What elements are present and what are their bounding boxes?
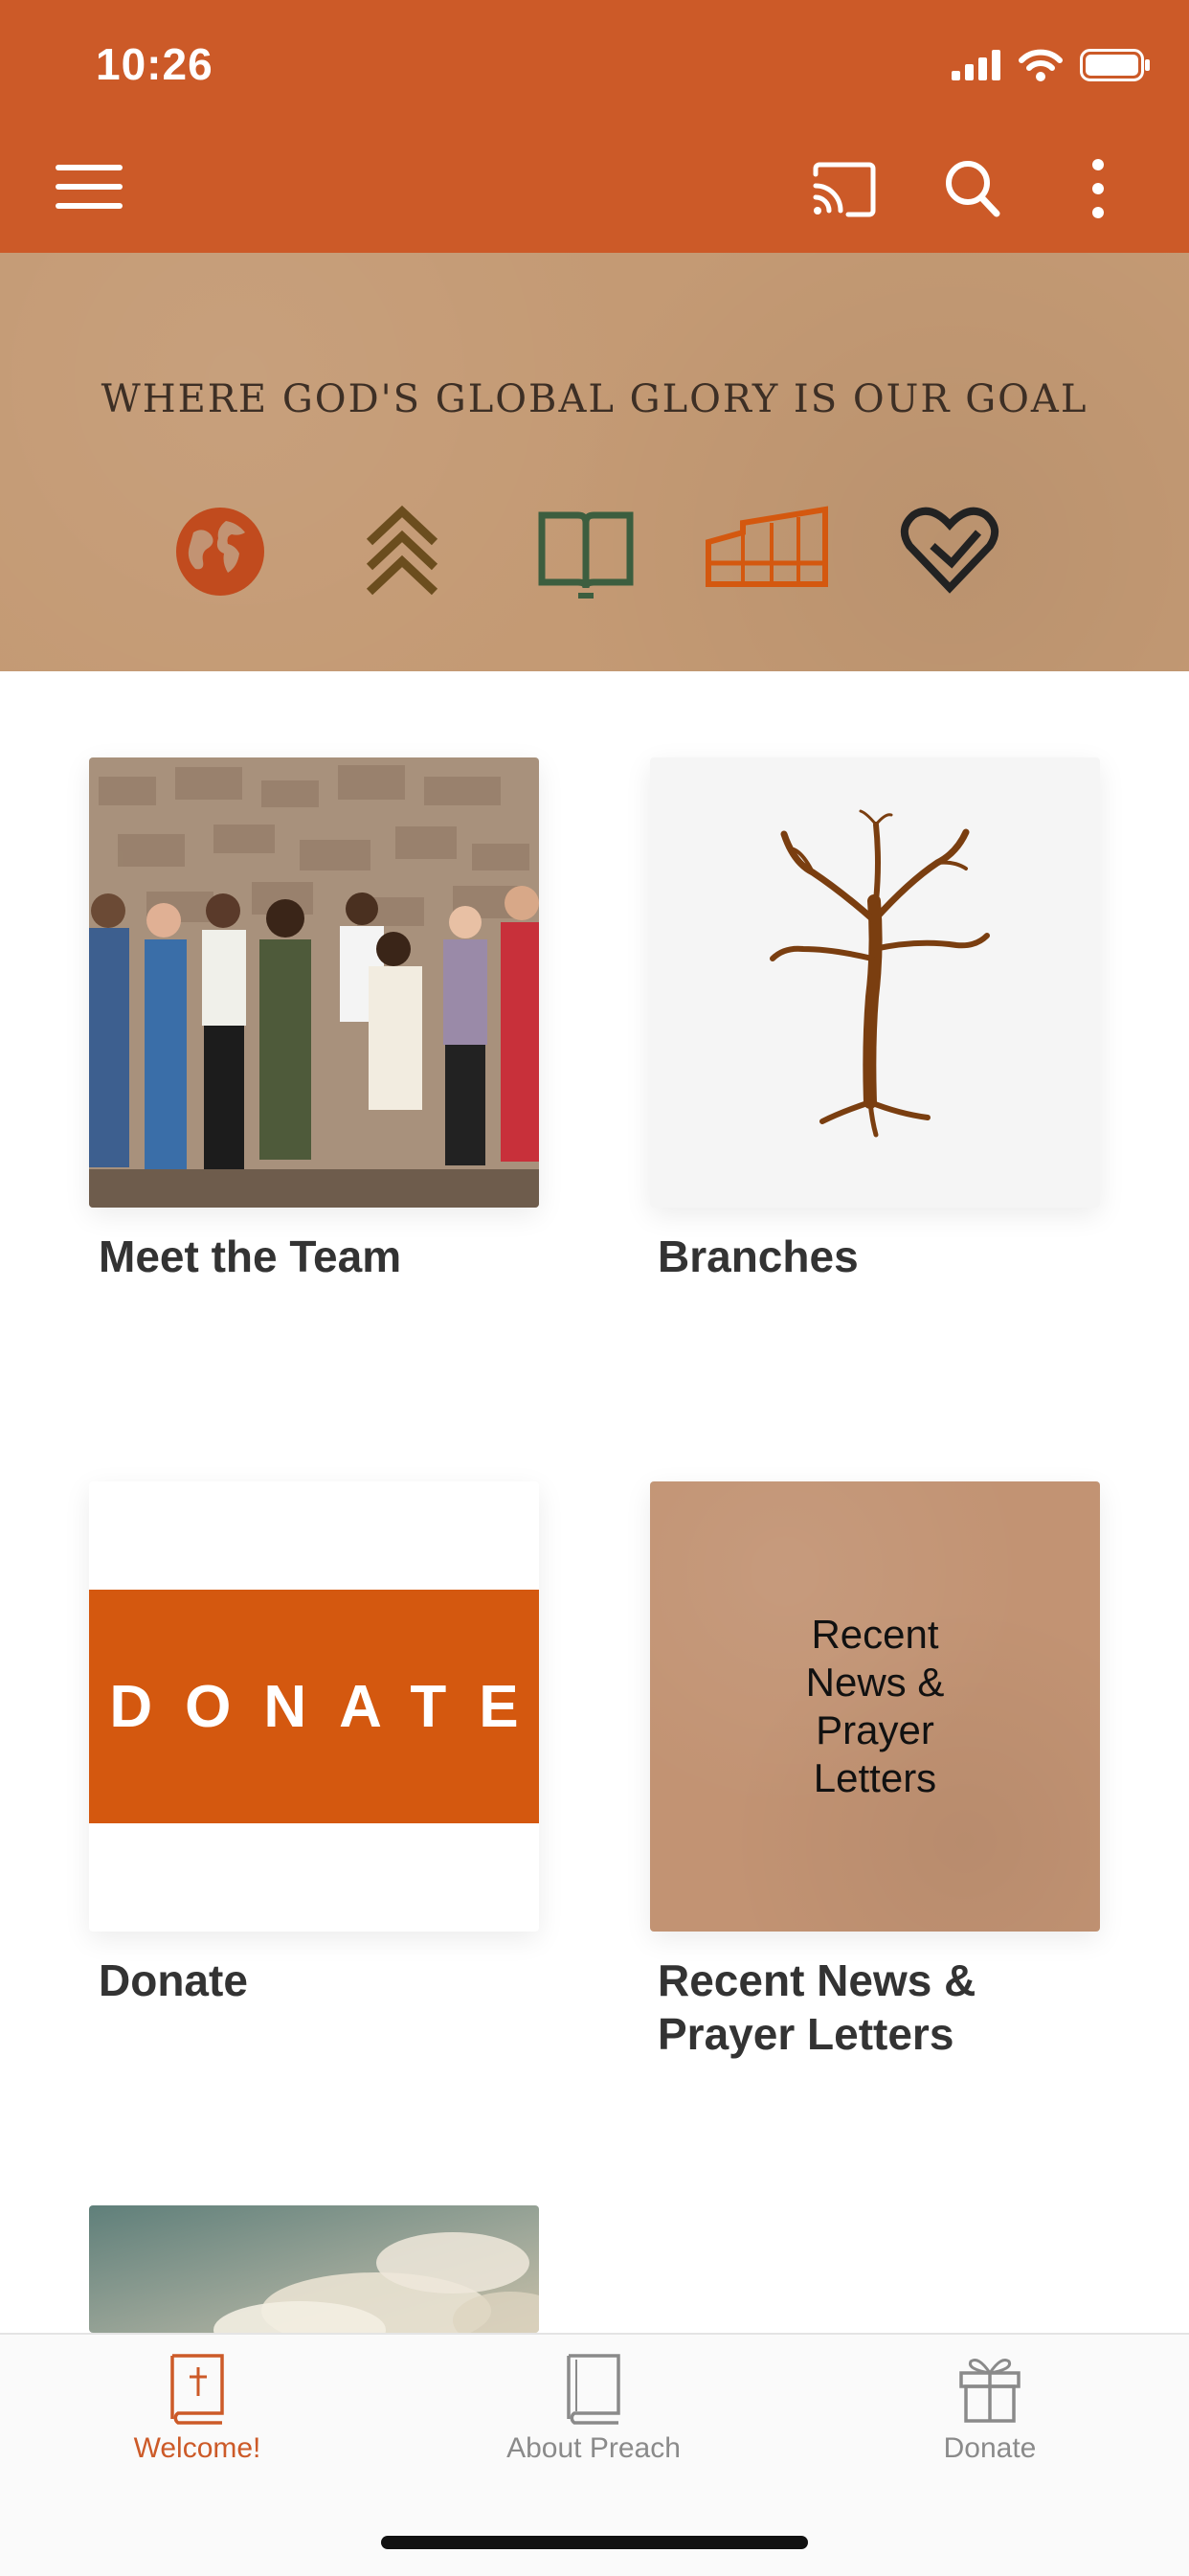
tab-label-about-preach: About Preach bbox=[506, 2432, 681, 2464]
chevrons-up-icon bbox=[366, 505, 438, 596]
tab-about-preach[interactable]: About Preach bbox=[469, 2352, 718, 2465]
tile-donate[interactable]: DONATE bbox=[89, 1481, 539, 1932]
tab-welcome[interactable]: Welcome! bbox=[73, 2352, 322, 2465]
team-photo bbox=[89, 757, 539, 1208]
globe-icon bbox=[176, 508, 264, 596]
tile-recent-news[interactable]: Recent News & Prayer Letters bbox=[650, 1481, 1100, 1932]
search-icon[interactable] bbox=[944, 159, 1001, 218]
tab-donate[interactable]: Donate bbox=[865, 2352, 1114, 2465]
tile-label-meet-the-team: Meet the Team bbox=[99, 1232, 402, 1281]
signal-icon bbox=[952, 50, 1000, 80]
banner-icon-row bbox=[0, 504, 1189, 609]
building-icon bbox=[706, 506, 828, 587]
gift-icon bbox=[959, 2359, 1021, 2423]
tile-branches[interactable] bbox=[650, 757, 1100, 1208]
tree-icon bbox=[770, 809, 990, 1138]
home-indicator[interactable] bbox=[381, 2536, 808, 2549]
tile-label-donate: Donate bbox=[99, 1955, 248, 2005]
status-icons bbox=[952, 46, 1151, 84]
bible-icon bbox=[170, 2354, 224, 2425]
tile-label-branches: Branches bbox=[658, 1232, 859, 1281]
status-time: 10:26 bbox=[96, 39, 213, 89]
app-header: 10:26 bbox=[0, 0, 1189, 253]
menu-icon[interactable] bbox=[56, 165, 123, 215]
hero-banner: WHERE GOD'S GLOBAL GLORY IS OUR GOAL bbox=[0, 253, 1189, 671]
tile-sky-image[interactable] bbox=[89, 2205, 539, 2333]
news-tile-text: Recent News & Prayer Letters bbox=[805, 1612, 945, 1800]
tile-meet-the-team[interactable] bbox=[89, 757, 539, 1208]
tab-label-welcome: Welcome! bbox=[133, 2432, 261, 2464]
open-book-icon bbox=[538, 511, 634, 599]
banner-tagline: WHERE GOD'S GLOBAL GLORY IS OUR GOAL bbox=[101, 377, 1088, 421]
more-icon[interactable] bbox=[1088, 157, 1109, 220]
battery-icon bbox=[1080, 49, 1150, 81]
book-icon bbox=[567, 2354, 620, 2425]
sky-photo bbox=[89, 2205, 539, 2333]
heart-icon bbox=[900, 507, 999, 594]
donate-banner-text: DONATE bbox=[89, 1590, 539, 1823]
tile-label-recent-news: Recent News & Prayer Letters bbox=[658, 1955, 976, 2059]
tab-label-donate: Donate bbox=[943, 2432, 1037, 2464]
wifi-icon bbox=[1019, 49, 1063, 81]
cast-icon[interactable] bbox=[810, 161, 877, 218]
